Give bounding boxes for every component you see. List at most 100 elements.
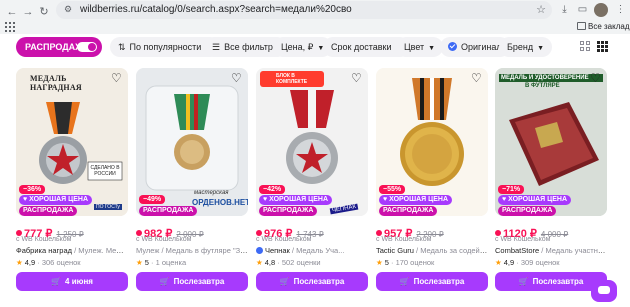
- favorite-heart-icon[interactable]: ♡: [471, 72, 483, 84]
- add-to-cart-button[interactable]: 🛒 Послезавтра: [376, 272, 488, 291]
- favorite-heart-icon[interactable]: ♡: [111, 72, 123, 84]
- sort-label: По популярности: [129, 42, 202, 52]
- product-image[interactable]: ♡ −55% ♥ ХОРОШАЯ ЦЕНА РАСПРОДАЖА: [376, 68, 488, 216]
- good-price-text: ХОРОШАЯ ЦЕНА: [508, 196, 568, 203]
- delivery-date-label: Послезавтра: [413, 277, 465, 286]
- brand-name: Чепнак: [265, 246, 290, 255]
- add-to-cart-button[interactable]: 🛒 Послезавтра: [256, 272, 368, 291]
- wallet-note: с WB Кошельком: [495, 236, 551, 243]
- good-price-text: ХОРОШАЯ ЦЕНА: [29, 196, 89, 203]
- chat-button[interactable]: [591, 280, 617, 302]
- reload-icon[interactable]: ↻: [37, 5, 51, 19]
- good-price-badge: ♥ ХОРОШАЯ ЦЕНА: [498, 195, 572, 205]
- rating-value: 4,9: [503, 258, 515, 267]
- folder-icon: [577, 22, 586, 30]
- profile-avatar[interactable]: [594, 3, 608, 17]
- product-title[interactable]: Фабрика наград / Мулеж. Медаль: [16, 246, 128, 255]
- product-name: Медаль в футляре "За с...: [165, 246, 248, 255]
- chevron-down-icon: ▼: [428, 45, 436, 52]
- medal-image: [136, 68, 248, 216]
- check-icon: [448, 42, 457, 51]
- forward-icon[interactable]: →: [21, 5, 35, 19]
- grid-small-view-icon[interactable]: [597, 41, 608, 52]
- product-name: Медаль за содейст...: [420, 246, 488, 255]
- verified-brand-icon: [256, 247, 263, 254]
- rating-row: ★ 4,9 · 309 оценок: [495, 258, 560, 267]
- apps-grid-icon[interactable]: [5, 22, 15, 32]
- discount-badge: −42%: [259, 185, 286, 194]
- brand-name: Фабрика наград: [16, 246, 72, 255]
- wallet-note: с WB Кошельком: [136, 236, 192, 243]
- color-filter[interactable]: Цвет ▼: [396, 37, 444, 57]
- add-to-cart-button[interactable]: 🛒 Послезавтра: [136, 272, 248, 291]
- wallet-note: с WB Кошельком: [376, 236, 432, 243]
- all-bookmarks-link[interactable]: Все закладки: [588, 22, 630, 31]
- cart-icon: 🛒: [399, 277, 410, 286]
- star-icon: ★: [495, 258, 502, 267]
- browser-chrome: ← → ↻ ⚙ wildberries.ru/catalog/0/search.…: [0, 0, 630, 34]
- brand-filter-label: Бренд: [507, 42, 534, 52]
- back-icon[interactable]: ←: [5, 5, 19, 19]
- site-info-icon[interactable]: ⚙: [64, 4, 75, 15]
- address-bar[interactable]: ⚙ wildberries.ru/catalog/0/search.aspx?s…: [56, 1, 552, 19]
- price-row: 957 ₽2 200 ₽: [376, 224, 444, 240]
- favorite-heart-icon[interactable]: ♡: [590, 72, 602, 84]
- download-icon[interactable]: ⤓: [558, 3, 571, 16]
- product-title[interactable]: Мулеж / Медаль в футляре "За с...: [136, 246, 248, 255]
- star-icon: ★: [16, 258, 23, 267]
- rating-row: ★ 5 · 1 оценка: [136, 258, 187, 267]
- wallet-note: с WB Кошельком: [16, 236, 72, 243]
- color-filter-label: Цвет: [404, 42, 425, 52]
- image-caption: МЕДАЛЬ И УДОСТОВЕРЕНИЕ: [499, 74, 603, 82]
- price-row: 777 ₽1 250 ₽: [16, 224, 84, 240]
- image-caption-2: СДЕЛАНО В РОССИИ: [90, 165, 120, 177]
- rating-value: 4,8: [264, 258, 276, 267]
- review-count: 306 оценок: [41, 258, 81, 267]
- rating-row: ★ 5 · 170 оценок: [376, 258, 435, 267]
- sidebar-icon[interactable]: ▭: [576, 3, 589, 16]
- sale-badge: РАСПРОДАЖА: [498, 206, 557, 216]
- brand-name: Tactic Guru: [376, 246, 414, 255]
- product-image[interactable]: МЕДАЛЬ И УДОСТОВЕРЕНИЕ В ФУТЛЯРЕ ♡ −71% …: [495, 68, 607, 216]
- price-row: 976 ₽1 743 ₽: [256, 224, 324, 240]
- bookmarks-bar: Все закладки: [0, 20, 630, 34]
- delivery-date-label: Послезавтра: [293, 277, 345, 286]
- image-caption-2: ОРДЕНОВ.НЕТ: [192, 198, 248, 207]
- review-count: 502 оценки: [281, 258, 321, 267]
- price-row: 1120 ₽4 000 ₽: [495, 224, 568, 240]
- add-to-cart-button[interactable]: 🛒 4 июня: [16, 272, 128, 291]
- product-name: Медаль участник...: [545, 246, 607, 255]
- chevron-down-icon: ▼: [537, 45, 545, 52]
- brand-name: Мулеж: [136, 246, 160, 255]
- sale-badge: РАСПРОДАЖА: [379, 206, 438, 216]
- product-image[interactable]: МЕДАЛЬ НАГРАДНАЯ СДЕЛАНО В РОССИИ ПО ГОС…: [16, 68, 128, 216]
- product-image[interactable]: БЛОК В КОМПЛЕКТЕ ЧЕПНАК ♡ −42% ♥ ХОРОШАЯ…: [256, 68, 368, 216]
- product-title[interactable]: Tactic Guru / Медаль за содейст...: [376, 246, 488, 255]
- product-title[interactable]: CombatStore / Медаль участник...: [495, 246, 607, 255]
- sale-badge: РАСПРОДАЖА: [259, 206, 318, 216]
- rating-row: ★ 4,9 · 306 оценок: [16, 258, 81, 267]
- menu-icon[interactable]: ⋮: [614, 3, 627, 16]
- bookmark-star-icon[interactable]: ☆: [536, 3, 546, 16]
- cart-icon: 🛒: [279, 277, 290, 286]
- original-filter-label: Оригинал: [461, 42, 502, 52]
- brand-filter[interactable]: Бренд ▼: [499, 37, 553, 57]
- discount-badge: −71%: [498, 185, 525, 194]
- favorite-heart-icon[interactable]: ♡: [231, 72, 243, 84]
- sale-toggle-switch[interactable]: [77, 42, 97, 52]
- delivery-date-label: Послезавтра: [173, 277, 225, 286]
- cart-icon: 🛒: [51, 277, 62, 286]
- image-caption: МЕДАЛЬ НАГРАДНАЯ: [30, 74, 82, 92]
- sale-toggle-filter[interactable]: РАСПРОДАЖА: [16, 37, 102, 57]
- product-title[interactable]: Чепнак / Медаль Уча...: [256, 246, 368, 255]
- grid-large-view-icon[interactable]: [580, 41, 591, 52]
- product-image[interactable]: мастерская ОРДЕНОВ.НЕТ ♡ −49% РАСПРОДАЖА: [136, 68, 248, 216]
- sale-badge: РАСПРОДАЖА: [139, 206, 198, 216]
- sort-icon: ⇅: [118, 42, 126, 52]
- cart-icon: 🛒: [518, 277, 529, 286]
- favorite-heart-icon[interactable]: ♡: [351, 72, 363, 84]
- brand-name: CombatStore: [495, 246, 540, 255]
- good-price-badge: ♥ ХОРОШАЯ ЦЕНА: [379, 195, 453, 205]
- good-price-badge: ♥ ХОРОШАЯ ЦЕНА: [259, 195, 333, 205]
- price-filter-label: Цена, ₽: [281, 42, 314, 52]
